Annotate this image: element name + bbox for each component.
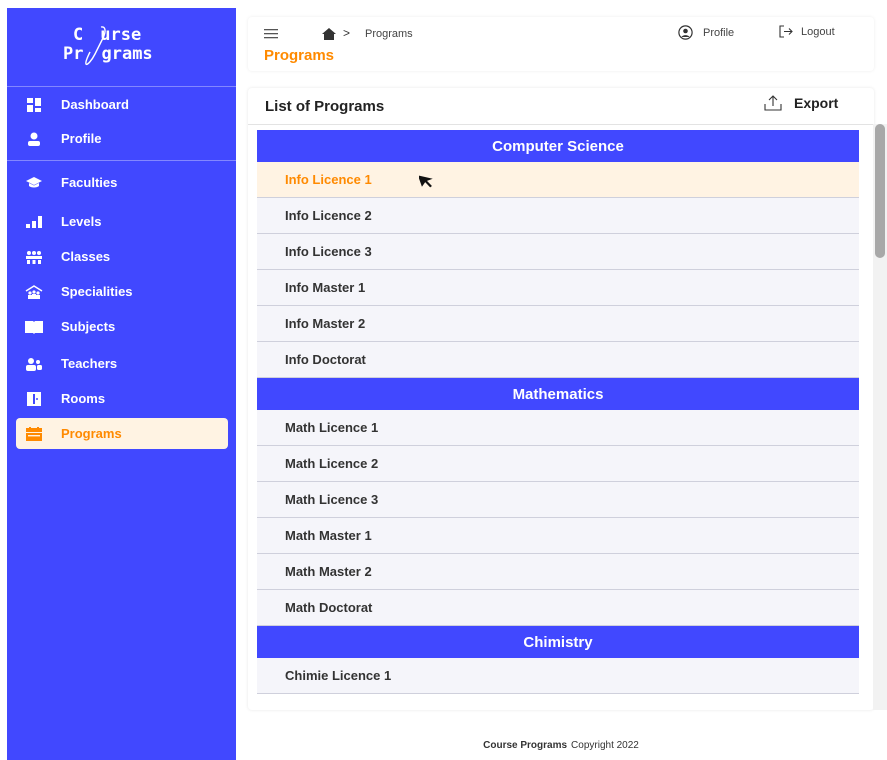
group-header-computer-science: Computer Science <box>257 130 859 162</box>
footer-copyright: Copyright 2022 <box>571 739 639 751</box>
sidebar-item-levels[interactable]: Levels <box>16 206 228 237</box>
sidebar-item-specialities[interactable]: Specialities <box>16 276 228 307</box>
program-row[interactable]: Math Licence 2 <box>257 446 859 482</box>
breadcrumb-separator: > <box>343 26 351 40</box>
sidebar-item-label: Rooms <box>61 391 106 406</box>
group-icon <box>25 248 43 266</box>
program-row[interactable]: Info Doctorat <box>257 342 859 378</box>
logout-icon <box>779 25 793 38</box>
book-icon <box>25 318 43 336</box>
program-row[interactable]: Math Licence 1 <box>257 410 859 446</box>
sidebar-divider <box>7 160 236 161</box>
sidebar-item-subjects[interactable]: Subjects <box>16 311 228 342</box>
bar-levels-icon <box>25 213 43 231</box>
teachers-icon <box>25 355 43 373</box>
logo-slash-o-icon <box>85 26 106 66</box>
program-row[interactable]: Info Master 1 <box>257 270 859 306</box>
breadcrumb[interactable]: Programs <box>365 28 413 40</box>
export-button[interactable]: Export <box>764 95 838 111</box>
profile-label: Profile <box>703 26 735 39</box>
graduation-cap-icon <box>25 174 43 192</box>
door-icon <box>25 390 43 408</box>
program-row[interactable]: Math Master 2 <box>257 554 859 590</box>
group-header-mathematics: Mathematics <box>257 378 859 410</box>
sidebar-item-profile[interactable]: Profile <box>16 123 228 154</box>
sidebar-item-rooms[interactable]: Rooms <box>16 383 228 414</box>
footer: Course Programs Copyright 2022 <box>248 730 874 760</box>
sidebar-item-dashboard[interactable]: Dashboard <box>16 89 228 120</box>
top-header: > Programs Programs Profile Logout <box>248 17 874 71</box>
header-profile-link[interactable]: Profile <box>678 25 734 40</box>
programs-card: List of Programs Export Computer Science… <box>248 88 874 710</box>
sidebar: Curse Pr grams Dashboard Profile Facultie… <box>7 8 236 760</box>
sidebar-item-label: Profile <box>61 131 102 146</box>
programs-list: Computer Science Info Licence 1 Info Lic… <box>257 130 859 703</box>
sidebar-item-label: Subjects <box>61 319 116 334</box>
home-icon[interactable] <box>322 28 336 40</box>
program-row[interactable]: Math Master 1 <box>257 518 859 554</box>
program-row[interactable]: Chimie Licence 1 <box>257 658 859 694</box>
specialities-icon <box>25 283 43 301</box>
sidebar-item-label: Dashboard <box>61 97 129 112</box>
footer-brand: Course Programs <box>483 739 568 751</box>
calendar-icon <box>25 425 43 443</box>
logout-label: Logout <box>801 25 835 38</box>
app-logo[interactable]: Curse Pr grams <box>7 14 236 84</box>
sidebar-item-classes[interactable]: Classes <box>16 241 228 272</box>
program-row[interactable]: Math Licence 3 <box>257 482 859 518</box>
sidebar-item-label: Specialities <box>61 284 133 299</box>
program-row[interactable]: Math Doctorat <box>257 590 859 626</box>
card-title: List of Programs <box>265 98 385 115</box>
user-circle-icon <box>678 25 693 40</box>
program-row[interactable]: Info Master 2 <box>257 306 859 342</box>
logout-button[interactable]: Logout <box>779 25 835 38</box>
export-upload-icon <box>764 95 782 111</box>
program-row[interactable]: Info Licence 1 <box>257 162 859 198</box>
user-icon <box>25 130 43 148</box>
sidebar-item-teachers[interactable]: Teachers <box>16 348 228 379</box>
sidebar-item-label: Levels <box>61 214 102 229</box>
program-row[interactable]: Info Licence 2 <box>257 198 859 234</box>
mouse-cursor-icon <box>419 175 433 188</box>
dashboard-grid-icon <box>25 96 43 114</box>
sidebar-item-label: Faculties <box>61 175 118 190</box>
page-title: Programs <box>264 47 335 64</box>
sidebar-item-faculties[interactable]: Faculties <box>16 167 228 198</box>
card-divider <box>248 124 874 125</box>
scrollbar-thumb[interactable] <box>875 124 885 258</box>
sidebar-item-label: Programs <box>61 426 122 441</box>
program-row[interactable]: Info Licence 3 <box>257 234 859 270</box>
group-header-chimistry: Chimistry <box>257 626 859 658</box>
sidebar-item-programs[interactable]: Programs <box>16 418 228 449</box>
sidebar-divider <box>7 86 236 87</box>
sidebar-item-label: Classes <box>61 249 111 264</box>
export-label: Export <box>794 95 839 111</box>
hamburger-menu-icon[interactable] <box>264 29 278 39</box>
sidebar-item-label: Teachers <box>61 356 118 371</box>
